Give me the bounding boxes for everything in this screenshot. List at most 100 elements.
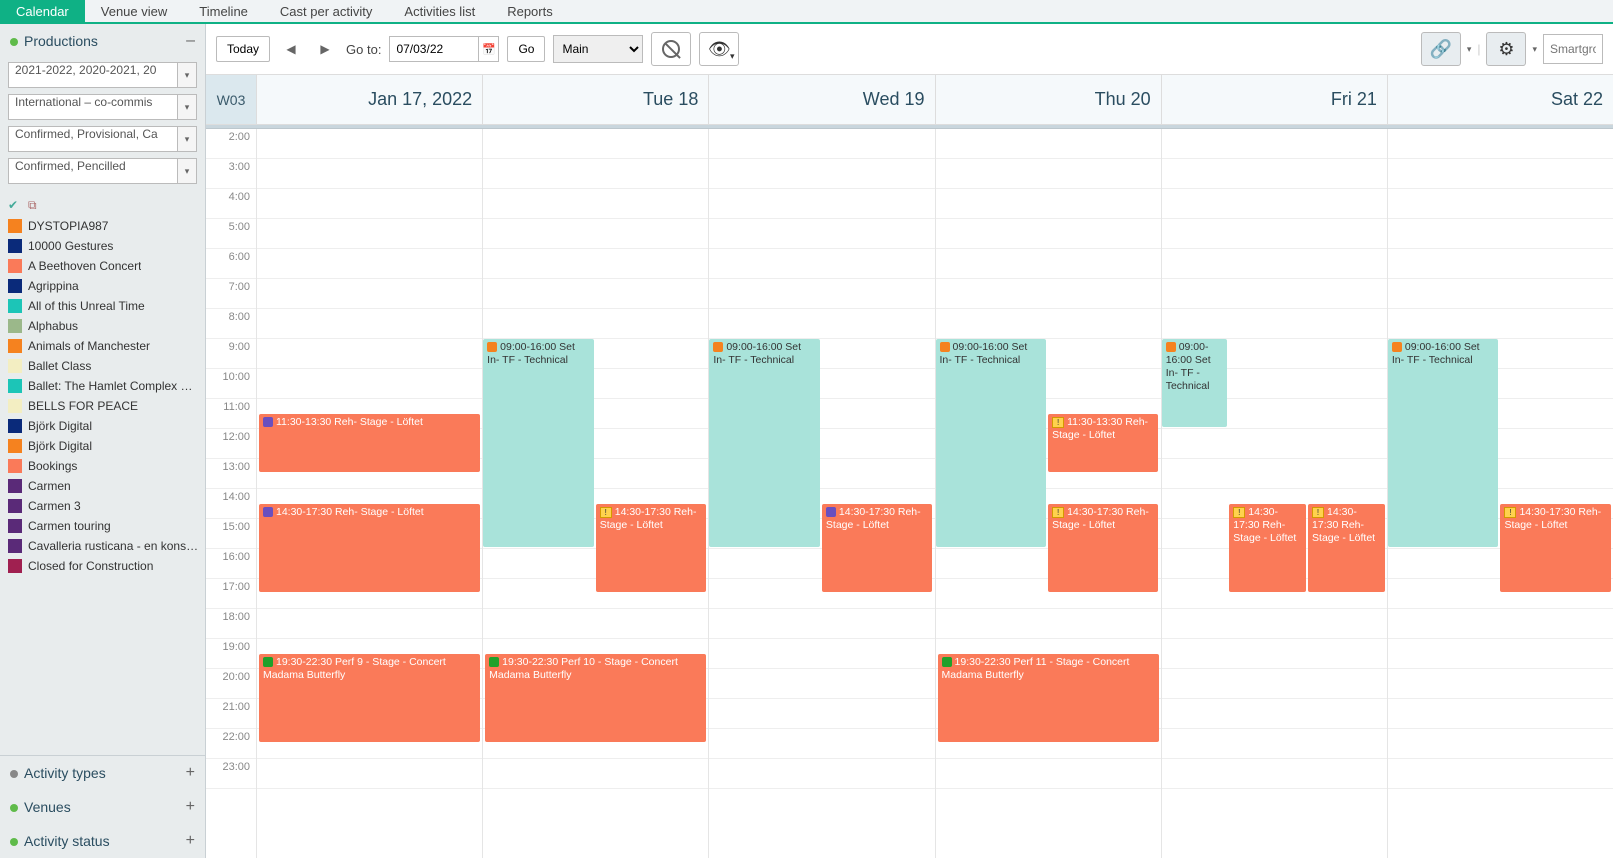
day-column[interactable]: 09:00-16:00 Set In- TF - Technical!14:30…: [1387, 129, 1613, 858]
calendar-event[interactable]: 11:30-13:30 Reh- Stage - Löftet: [259, 414, 480, 472]
calendar-event[interactable]: 14:30-17:30 Reh- Stage - Löftet: [822, 504, 932, 592]
prev-arrow-icon[interactable]: ◀: [278, 36, 304, 62]
color-swatch-icon: [8, 379, 22, 393]
production-item[interactable]: Carmen 3: [8, 496, 201, 516]
filter-value[interactable]: Confirmed, Provisional, Ca: [8, 126, 197, 152]
filter-select[interactable]: 2021-2022, 2020-2021, 20▾: [8, 62, 197, 88]
day-header[interactable]: Wed 19: [708, 75, 934, 124]
production-item[interactable]: Ballet Class: [8, 356, 201, 376]
filter-value[interactable]: International – co-commis: [8, 94, 197, 120]
calendar-event[interactable]: !14:30-17:30 Reh- Stage - Löftet: [1308, 504, 1385, 592]
filter-select[interactable]: International – co-commis▾: [8, 94, 197, 120]
sidebar-section-productions[interactable]: Productions –: [0, 24, 205, 58]
day-header[interactable]: Thu 20: [935, 75, 1161, 124]
calendar-event[interactable]: 09:00-16:00 Set In- TF - Technical: [936, 339, 1046, 547]
dropdown-caret-icon[interactable]: ▾: [1467, 44, 1472, 55]
topnav-item-activities-list[interactable]: Activities list: [388, 0, 491, 22]
dropdown-caret-icon[interactable]: ▾: [1532, 44, 1537, 55]
topnav-item-timeline[interactable]: Timeline: [183, 0, 264, 22]
day-header[interactable]: Sat 22: [1387, 75, 1613, 124]
chevron-down-icon[interactable]: ▾: [177, 62, 197, 88]
day-column[interactable]: 09:00-16:00 Set In- TF - Technical !14:30…: [1161, 129, 1387, 858]
calendar-body[interactable]: 2:003:004:005:006:007:008:009:0010:0011:…: [206, 129, 1613, 858]
production-item[interactable]: DYSTOPIA987: [8, 216, 201, 236]
calendar-event[interactable]: !14:30-17:30 Reh- Stage - Löftet: [1229, 504, 1306, 592]
link-icon[interactable]: 🔗: [1421, 32, 1461, 66]
production-item[interactable]: Closed for Construction: [8, 556, 201, 576]
day-header[interactable]: Jan 17, 2022: [256, 75, 482, 124]
today-button[interactable]: Today: [216, 36, 270, 62]
filter-value[interactable]: Confirmed, Pencilled: [8, 158, 197, 184]
production-item[interactable]: Animals of Manchester: [8, 336, 201, 356]
calendar-event[interactable]: 19:30-22:30 Perf 10 - Stage - Concert Ma…: [485, 654, 706, 742]
day-column[interactable]: 09:00-16:00 Set In- TF - Technical14:30-…: [708, 129, 934, 858]
sidebar-section-venues[interactable]: Venues+: [0, 790, 205, 824]
datepicker-icon[interactable]: 📅: [479, 36, 499, 62]
production-item[interactable]: All of this Unreal Time: [8, 296, 201, 316]
production-item[interactable]: 10000 Gestures: [8, 236, 201, 256]
topnav-item-cast-per-activity[interactable]: Cast per activity: [264, 0, 388, 22]
visibility-icon[interactable]: 👁▾: [699, 32, 739, 66]
production-item[interactable]: Cavalleria rusticana - en konsertant fre…: [8, 536, 201, 556]
chevron-down-icon[interactable]: ▾: [177, 126, 197, 152]
calendar-event[interactable]: !14:30-17:30 Reh- Stage - Löftet: [1048, 504, 1158, 592]
sidebar-section-activity-types[interactable]: Activity types+: [0, 756, 205, 790]
go-button[interactable]: Go: [507, 36, 545, 62]
day-column[interactable]: 11:30-13:30 Reh- Stage - Löftet 14:30-17:…: [256, 129, 482, 858]
calendar-event[interactable]: 09:00-16:00 Set In- TF - Technical: [1388, 339, 1498, 547]
topnav-item-reports[interactable]: Reports: [491, 0, 569, 22]
goto-date-input[interactable]: [389, 36, 479, 62]
topnav-item-calendar[interactable]: Calendar: [0, 0, 85, 22]
calendar-event[interactable]: 09:00-16:00 Set In- TF - Technical: [1162, 339, 1227, 427]
production-item[interactable]: Ballet: The Hamlet Complex Redux: [8, 376, 201, 396]
calendar-event[interactable]: 09:00-16:00 Set In- TF - Technical: [483, 339, 593, 547]
view-select[interactable]: Main: [553, 35, 643, 63]
smartgroup-input[interactable]: [1543, 34, 1603, 64]
production-item[interactable]: BELLS FOR PEACE: [8, 396, 201, 416]
production-item[interactable]: Carmen: [8, 476, 201, 496]
production-item[interactable]: A Beethoven Concert: [8, 256, 201, 276]
expand-icon[interactable]: +: [186, 832, 195, 850]
production-item[interactable]: Björk Digital: [8, 436, 201, 456]
color-swatch-icon: [8, 499, 22, 513]
filter-select[interactable]: Confirmed, Pencilled▾: [8, 158, 197, 184]
production-item[interactable]: Agrippina: [8, 276, 201, 296]
sidebar-section-activity-status[interactable]: Activity status+: [0, 824, 205, 858]
copy-icon[interactable]: ⧉: [28, 198, 42, 212]
production-item[interactable]: Alphabus: [8, 316, 201, 336]
calendar-event[interactable]: !14:30-17:30 Reh- Stage - Löftet: [1500, 504, 1610, 592]
event-text: 09:00-16:00 Set In- TF - Technical: [940, 341, 1028, 366]
production-item[interactable]: Carmen touring: [8, 516, 201, 536]
time-label: 14:00: [206, 489, 256, 519]
expand-icon[interactable]: +: [186, 764, 195, 782]
calendar-event[interactable]: !14:30-17:30 Reh- Stage - Löftet: [596, 504, 706, 592]
chevron-down-icon[interactable]: ▾: [177, 158, 197, 184]
filter-value[interactable]: 2021-2022, 2020-2021, 20: [8, 62, 197, 88]
filter-select[interactable]: Confirmed, Provisional, Ca▾: [8, 126, 197, 152]
day-header[interactable]: Tue 18: [482, 75, 708, 124]
day-column[interactable]: 09:00-16:00 Set In- TF - Technical !11:30…: [935, 129, 1161, 858]
time-label: 17:00: [206, 579, 256, 609]
settings-icon[interactable]: ⚙: [1486, 32, 1526, 66]
topnav-item-venue-view[interactable]: Venue view: [85, 0, 184, 22]
calendar-event[interactable]: 14:30-17:30 Reh- Stage - Löftet: [259, 504, 480, 592]
production-item[interactable]: Bookings: [8, 456, 201, 476]
day-header[interactable]: Fri 21: [1161, 75, 1387, 124]
chevron-down-icon[interactable]: ▾: [177, 94, 197, 120]
production-label: A Beethoven Concert: [28, 259, 141, 273]
time-label: 2:00: [206, 129, 256, 159]
check-all-icon[interactable]: ✔: [8, 198, 22, 212]
collapse-icon[interactable]: –: [186, 32, 195, 50]
calendar-event[interactable]: !11:30-13:30 Reh- Stage - Löftet: [1048, 414, 1158, 472]
time-label: 16:00: [206, 549, 256, 579]
expand-icon[interactable]: +: [186, 798, 195, 816]
calendar-event[interactable]: 19:30-22:30 Perf 9 - Stage - Concert Mad…: [259, 654, 480, 742]
calendar-event[interactable]: 09:00-16:00 Set In- TF - Technical: [709, 339, 819, 547]
calendar-event[interactable]: 19:30-22:30 Perf 11 - Stage - Concert Ma…: [938, 654, 1159, 742]
next-arrow-icon[interactable]: ▶: [312, 36, 338, 62]
production-label: Agrippina: [28, 279, 79, 293]
production-item[interactable]: Björk Digital: [8, 416, 201, 436]
block-icon[interactable]: [651, 32, 691, 66]
day-column[interactable]: 09:00-16:00 Set In- TF - Technical!14:30…: [482, 129, 708, 858]
color-swatch-icon: [8, 219, 22, 233]
